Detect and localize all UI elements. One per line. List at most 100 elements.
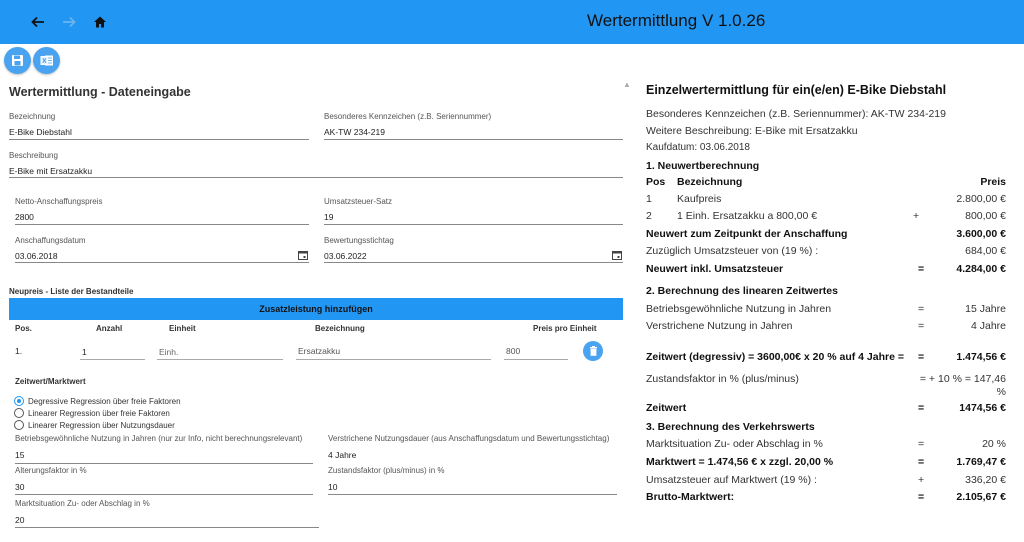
row-pos: 1. <box>15 346 23 356</box>
radio-label-linear-nutzungsdauer: Linearer Regression über Nutzungsdauer <box>28 421 175 430</box>
markt-field[interactable]: 20 <box>15 515 24 525</box>
zeitwert-deg-op: = <box>918 351 925 363</box>
zustand-label: Zustandsfaktor (plus/minus) in % <box>328 466 445 475</box>
row-anzahl-field[interactable]: 1 <box>82 347 87 357</box>
calendar-icon[interactable] <box>298 250 308 260</box>
back-button[interactable] <box>27 11 49 33</box>
netto-label: Netto-Anschaffungspreis <box>15 197 103 206</box>
marktwert-label: Marktwert = 1.474,56 € x zzgl. 20,00 % <box>646 456 834 468</box>
stichtag-field[interactable]: 03.06.2022 <box>324 251 367 261</box>
collapse-panel-button[interactable]: ▲ <box>622 80 632 90</box>
report-nutzung-op: = <box>918 303 925 315</box>
neuwert-value: 3.600,00 € <box>956 228 1006 240</box>
beschreibung-label: Beschreibung <box>9 151 58 160</box>
row-einheit-underline <box>157 359 283 360</box>
zustand-report-value: = + 10 % = 147,46 <box>919 373 1006 385</box>
col-einheit: Einheit <box>169 324 196 333</box>
beschreibung-underline <box>9 177 623 178</box>
row-bezeichnung-underline <box>296 359 491 360</box>
brutto-label: Brutto-Marktwert: <box>646 491 735 503</box>
zustand-report-unit: % <box>996 386 1006 398</box>
radio-degressive[interactable] <box>14 396 24 406</box>
calendar-icon[interactable] <box>612 250 622 260</box>
report-row-value: 800,00 € <box>965 210 1006 222</box>
ust-markt-value: 336,20 € <box>965 474 1006 486</box>
excel-export-icon <box>40 55 53 66</box>
netto-underline <box>15 224 309 225</box>
markt-label: Marktsituation Zu- oder Abschlag in % <box>15 499 150 508</box>
form-heading: Wertermittlung - Dateneingabe <box>9 85 191 99</box>
anschaffungsdatum-field[interactable]: 03.06.2018 <box>15 251 58 261</box>
zeitwert-deg-value: 1.474,56 € <box>956 351 1006 363</box>
kennzeichen-underline <box>324 139 623 140</box>
neuwert-inkl-value: 4.284,00 € <box>956 263 1006 275</box>
forward-button[interactable] <box>58 11 80 33</box>
section-zeitwert: 2. Berechnung des linearen Zeitwertes <box>646 285 838 297</box>
ust-markt-op: + <box>918 474 925 486</box>
bezeichnung-field[interactable]: E-Bike Diebstahl <box>9 127 72 137</box>
zeitwert-op: = <box>918 402 925 414</box>
report-col-pos: Pos <box>646 176 666 188</box>
alterung-underline <box>15 494 313 495</box>
zustand-report-label: Zustandsfaktor in % (plus/minus) <box>646 373 799 385</box>
verstrichen-label: Verstrichene Nutzungsdauer (aus Anschaff… <box>328 434 610 443</box>
alterung-field[interactable]: 30 <box>15 482 24 492</box>
section-verkehrswert: 3. Berechnung des Verkehrswerts <box>646 421 815 433</box>
radio-linear-nutzungsdauer[interactable] <box>14 420 24 430</box>
marktwert-value: 1.769,47 € <box>956 456 1006 468</box>
nutzung-underline <box>15 463 313 464</box>
netto-field[interactable]: 2800 <box>15 212 34 222</box>
add-zusatzleistung-button[interactable]: Zusatzleistung hinzufügen <box>9 298 623 320</box>
neupreis-heading: Neupreis - Liste der Bestandteile <box>9 287 134 296</box>
verstrichen-value: 4 Jahre <box>328 450 357 460</box>
col-anzahl: Anzahl <box>96 324 123 333</box>
zeitwert-deg-label: Zeitwert (degressiv) = 3600,00€ x 20 % a… <box>646 351 904 363</box>
report-nutzung-label: Betriebsgewöhnliche Nutzung in Jahren <box>646 303 832 315</box>
neuwert-inkl-op: = <box>918 263 925 275</box>
report-row-value: 2.800,00 € <box>956 193 1006 205</box>
delete-row-button[interactable] <box>583 341 603 361</box>
nutzung-field[interactable]: 15 <box>15 450 24 460</box>
marktsituation-label: Marktsituation Zu- oder Abschlag in % <box>646 438 823 450</box>
report-col-bezeichnung: Bezeichnung <box>677 176 743 188</box>
anschaffungsdatum-label: Anschaffungsdatum <box>15 236 86 245</box>
ust-markt-label: Umsatzsteuer auf Marktwert (19 %) : <box>646 474 817 486</box>
ust-underline <box>324 224 623 225</box>
col-bezeichnung: Bezeichnung <box>315 324 365 333</box>
markt-underline <box>15 527 319 528</box>
marktwert-op: = <box>918 456 925 468</box>
arrow-right-icon <box>63 16 76 28</box>
bezeichnung-label: Bezeichnung <box>9 112 56 121</box>
neuwert-inkl-label: Neuwert inkl. Umsatzsteuer <box>646 263 784 275</box>
save-button[interactable] <box>4 47 31 74</box>
app-bar: Wertermittlung V 1.0.26 <box>0 0 1024 44</box>
row-preis-underline <box>504 359 568 360</box>
ust-label: Umsatzsteuer-Satz <box>324 197 393 206</box>
report-beschreibung: Weitere Beschreibung: E-Bike mit Ersatza… <box>646 125 858 137</box>
export-button[interactable] <box>33 47 60 74</box>
ust-zuschlag-value: 684,00 € <box>965 245 1006 257</box>
ust-field[interactable]: 19 <box>324 212 333 222</box>
neuwert-label: Neuwert zum Zeitpunkt der Anschaffung <box>646 228 848 240</box>
report-row-op: + <box>913 210 920 222</box>
marktsituation-op: = <box>918 438 925 450</box>
report-row-bezeichnung: 1 Einh. Ersatzakku a 800,00 € <box>677 210 818 222</box>
report-kaufdatum: Kaufdatum: 03.06.2018 <box>646 142 750 153</box>
row-bezeichnung-field[interactable]: Ersatzakku <box>298 346 340 356</box>
bezeichnung-underline <box>9 139 309 140</box>
kennzeichen-field[interactable]: AK-TW 234-219 <box>324 127 385 137</box>
app-title: Wertermittlung V 1.0.26 <box>587 11 766 30</box>
brutto-value: 2.105,67 € <box>956 491 1006 503</box>
radio-linear-faktoren[interactable] <box>14 408 24 418</box>
zeitwert-label: Zeitwert <box>646 402 687 414</box>
row-preis-field[interactable]: 800 <box>506 346 520 356</box>
home-button[interactable] <box>89 11 111 33</box>
anschaffungsdatum-underline <box>15 262 309 263</box>
chevron-up-icon: ▲ <box>623 80 631 89</box>
nutzung-label: Betriebsgewöhnliche Nutzung in Jahren (n… <box>15 434 303 443</box>
report-kennzeichen: Besonderes Kennzeichen (z.B. Seriennumme… <box>646 108 946 120</box>
zustand-field[interactable]: 10 <box>328 482 337 492</box>
trash-icon <box>589 346 597 356</box>
beschreibung-field[interactable]: E-Bike mit Ersatzakku <box>9 166 92 176</box>
row-einheit-field[interactable]: Einh. <box>159 347 178 357</box>
